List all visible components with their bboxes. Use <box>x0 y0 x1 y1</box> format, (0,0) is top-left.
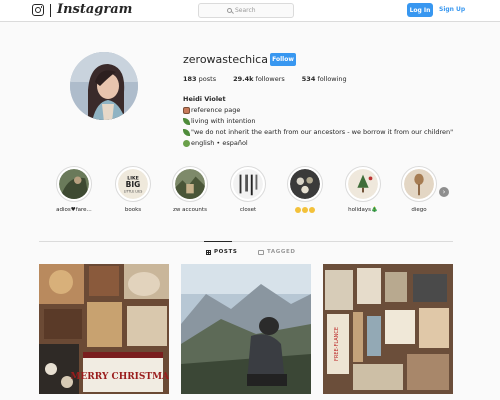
smiley-emoji-icon <box>302 207 308 213</box>
highlight-label: holidays🎄 <box>348 207 378 213</box>
highlight-label: adios♥fare... <box>56 207 92 213</box>
profile-username: zerowastechica <box>183 53 268 66</box>
highlight-item[interactable]: holidays🎄 <box>340 166 386 213</box>
highlight-cover <box>290 169 320 199</box>
svg-text:LITTLE LIES: LITTLE LIES <box>124 189 143 193</box>
highlight-cover <box>233 169 263 199</box>
highlight-item[interactable] <box>282 166 328 214</box>
highlight-item[interactable]: adios♥fare... <box>51 166 97 213</box>
post-thumbnail[interactable] <box>181 264 311 394</box>
followers-stat[interactable]: 29.4k followers <box>233 75 285 83</box>
highlight-item[interactable]: zw accounts <box>167 166 213 213</box>
bio-line: living with intention <box>183 116 453 127</box>
search-input[interactable] <box>235 7 265 14</box>
story-highlights: adios♥fare... LIKE BIG LITTLE LIES books z… <box>0 166 500 222</box>
instagram-wordmark[interactable]: Instagram <box>57 2 132 17</box>
highlight-cover <box>348 169 378 199</box>
post-caption-text: FREE-FLANCE <box>334 327 340 361</box>
highlight-label: closet <box>239 207 257 213</box>
post-thumbnail[interactable]: MERRY CHRISTMAS <box>39 264 169 394</box>
grid-icon <box>206 249 211 255</box>
globe-emoji-icon <box>183 140 190 147</box>
top-navigation-bar: Instagram Log In Sign Up <box>0 0 500 22</box>
smiley-emoji-icon <box>309 207 315 213</box>
highlight-label: diego <box>411 207 427 213</box>
profile-stats: 183 posts 29.4k followers 534 following <box>183 75 347 83</box>
search-icon <box>227 8 232 13</box>
signup-link[interactable]: Sign Up <box>439 6 465 13</box>
highlight-item[interactable]: LIKE BIG LITTLE LIES books <box>110 166 156 213</box>
svg-text:BIG: BIG <box>126 180 141 189</box>
leaf-emoji-icon <box>183 129 190 136</box>
bio-line: english • español <box>183 138 453 149</box>
instagram-glyph-icon[interactable] <box>32 4 44 16</box>
highlight-label: books <box>124 207 142 213</box>
books-emoji-icon <box>183 107 190 114</box>
tab-tagged[interactable]: TAGGED <box>258 249 296 255</box>
highlight-cover <box>404 169 434 199</box>
profile-bio: Heidi Violet reference page living with … <box>183 94 453 149</box>
following-stat[interactable]: 534 following <box>302 75 347 83</box>
highlight-item[interactable]: closet <box>225 166 271 213</box>
highlight-cover: LIKEBIGLITTLE LIES <box>118 169 148 199</box>
smiley-emoji-icon <box>295 207 301 213</box>
bio-line: reference page <box>183 105 453 116</box>
highlight-item[interactable]: diego <box>396 166 442 213</box>
profile-full-name: Heidi Violet <box>183 95 226 103</box>
highlight-label: zw accounts <box>173 207 207 213</box>
highlight-label <box>282 207 328 214</box>
bio-line: "we do not inherit the earth from our an… <box>183 127 453 138</box>
tag-icon <box>258 249 264 255</box>
leaf-emoji-icon <box>183 118 190 125</box>
tabs-divider <box>39 241 453 242</box>
active-tab-indicator <box>204 241 232 242</box>
login-button[interactable]: Log In <box>407 3 433 17</box>
posts-count-stat: 183 posts <box>183 75 217 83</box>
highlight-cover <box>59 169 89 199</box>
highlight-cover <box>175 169 205 199</box>
tab-posts[interactable]: POSTS <box>206 249 237 255</box>
profile-avatar[interactable] <box>70 52 138 120</box>
logo-divider <box>50 4 51 17</box>
search-box[interactable] <box>198 3 294 18</box>
post-caption-text: MERRY CHRISTMAS <box>70 372 169 382</box>
post-thumbnail[interactable]: FREE-FLANCE <box>323 264 453 394</box>
chevron-right-icon[interactable]: › <box>439 187 449 197</box>
follow-button[interactable]: Follow <box>270 53 296 66</box>
